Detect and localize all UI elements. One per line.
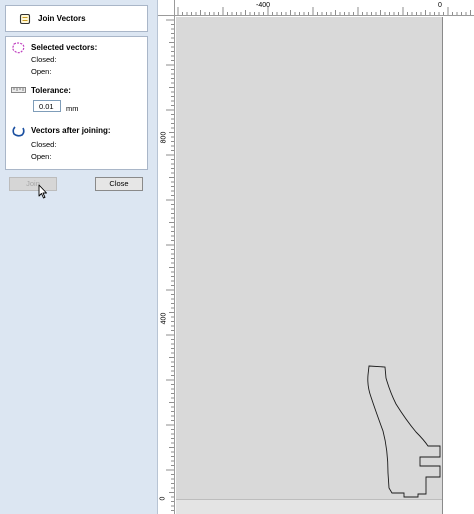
tolerance-heading: Tolerance: <box>31 86 71 95</box>
close-button[interactable]: Close <box>95 177 143 191</box>
vertical-ruler-ticks <box>166 19 174 511</box>
material-area[interactable] <box>176 17 442 499</box>
panel-header: Join Vectors <box>5 5 148 32</box>
after-open-label: Open: <box>31 152 52 161</box>
after-closed-label: Closed: <box>31 140 57 149</box>
ruler-top-label-minus-400: -400 <box>256 2 271 9</box>
vertical-ruler: 800 400 0 <box>158 16 175 514</box>
horizontal-ruler-ticks <box>177 7 471 15</box>
selected-vectors-heading: Selected vectors: <box>31 43 98 52</box>
tolerance-unit: mm <box>66 104 79 113</box>
ruler-top-label-0: 0 <box>438 2 442 9</box>
ruler-corner <box>158 0 175 16</box>
mouse-cursor-icon <box>38 184 48 201</box>
join-vectors-panel: Join Vectors Selected vectors: Closed: O… <box>0 0 158 514</box>
selected-closed-label: Closed: <box>31 55 57 64</box>
vectors-after-joining-icon <box>11 124 26 140</box>
vectors-after-joining-heading: Vectors after joining: <box>31 126 111 135</box>
join-vectors-form: Selected vectors: Closed: Open: Toleranc… <box>5 36 148 170</box>
ruler-left-label-0: 0 <box>159 496 167 501</box>
material-bottom-edge <box>176 499 442 514</box>
sheet-margin <box>442 17 474 514</box>
tolerance-field[interactable] <box>33 100 61 112</box>
join-vectors-icon <box>19 13 31 27</box>
panel-title: Join Vectors <box>38 14 86 23</box>
ruler-left-label-800: 800 <box>160 131 168 144</box>
drawing-canvas[interactable]: -400 0 800 400 0 <box>158 0 474 514</box>
join-button[interactable]: Join <box>9 177 57 191</box>
ruler-left-label-400: 400 <box>160 312 168 325</box>
selected-vectors-icon <box>11 42 26 57</box>
selected-open-label: Open: <box>31 67 52 76</box>
horizontal-ruler: -400 0 <box>158 0 474 16</box>
tolerance-icon <box>11 86 26 95</box>
